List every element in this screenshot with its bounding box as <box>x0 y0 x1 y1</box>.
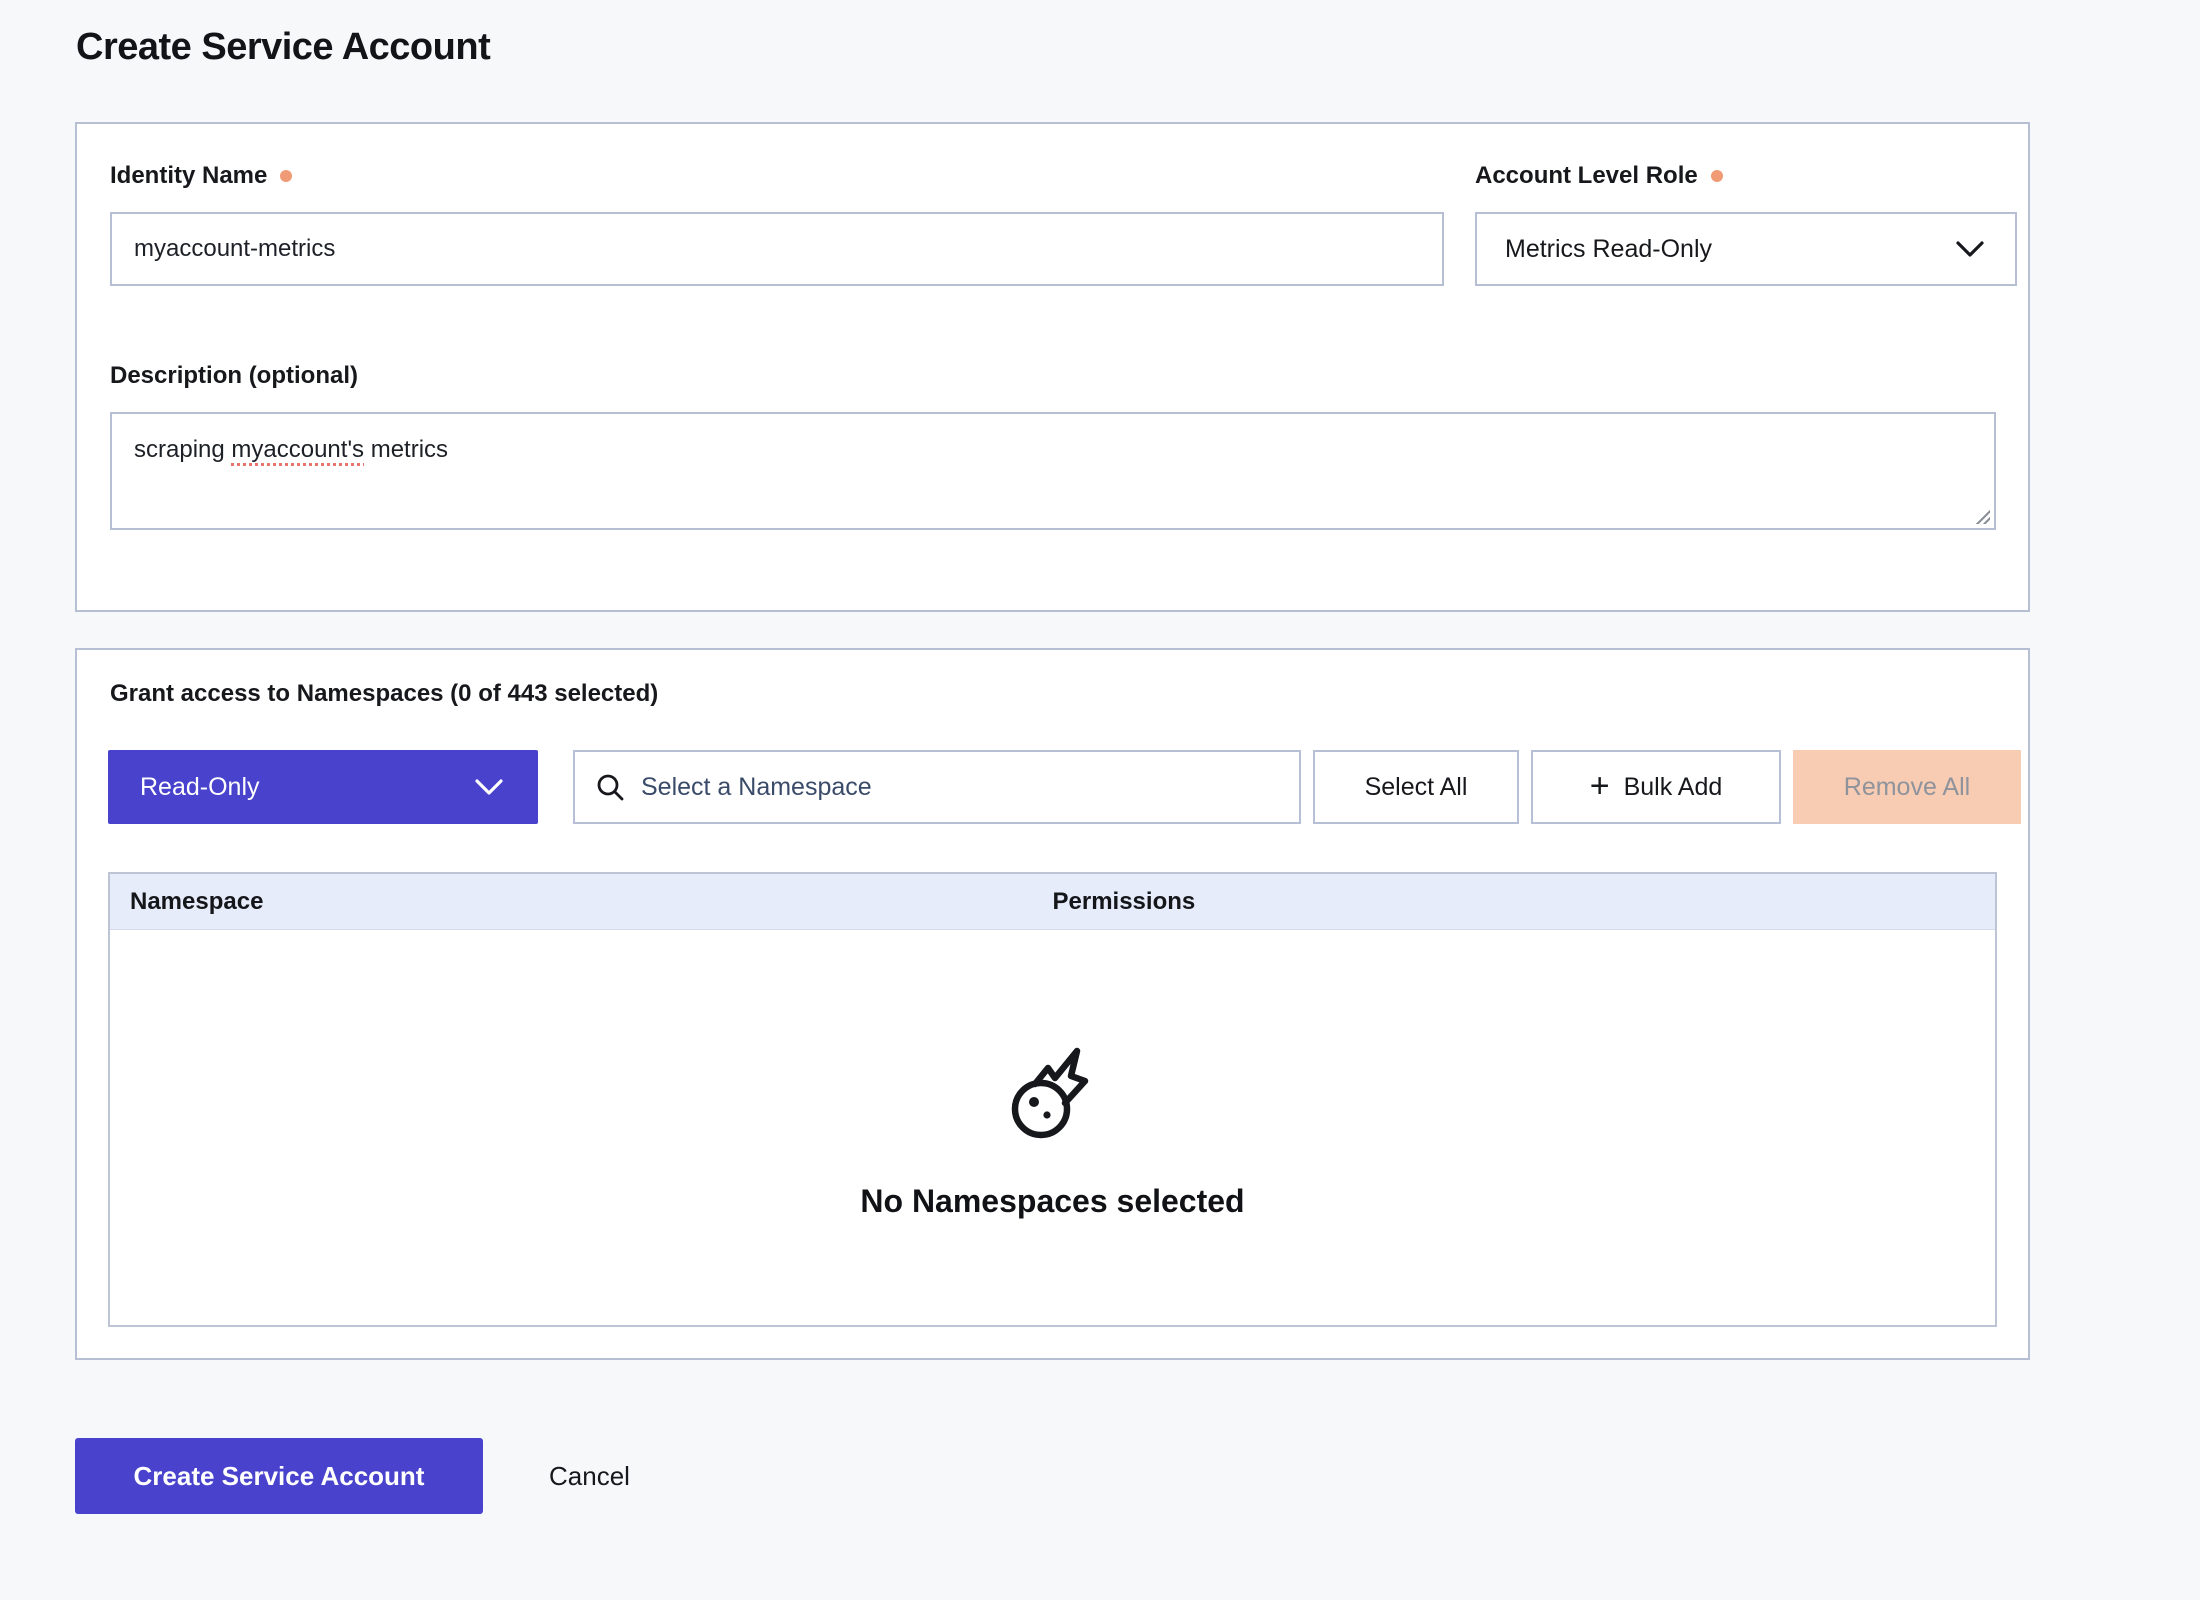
column-header-namespace: Namespace <box>110 888 1053 916</box>
identity-form-card: Identity Name Account Level Role Metrics… <box>75 122 2030 612</box>
search-icon <box>595 772 625 802</box>
namespaces-empty-state: No Namespaces selected <box>110 930 1995 1326</box>
remove-all-button[interactable]: Remove All <box>1793 750 2021 824</box>
textarea-resize-handle[interactable] <box>1975 509 1990 524</box>
account-level-role-select[interactable]: Metrics Read-Only <box>1475 212 2017 286</box>
remove-all-label: Remove All <box>1844 773 1970 802</box>
page-title: Create Service Account <box>76 26 490 69</box>
empty-state-text: No Namespaces selected <box>860 1183 1244 1220</box>
chevron-down-icon <box>474 778 504 796</box>
chevron-down-icon <box>1955 240 1985 258</box>
select-all-label: Select All <box>1365 773 1468 802</box>
account-level-role-label-text: Account Level Role <box>1475 162 1698 190</box>
namespaces-card: Grant access to Namespaces (0 of 443 sel… <box>75 648 2030 1360</box>
namespace-search <box>573 750 1301 824</box>
account-level-role-value: Metrics Read-Only <box>1505 235 1712 264</box>
account-level-role-label: Account Level Role <box>1475 162 1723 190</box>
cancel-button[interactable]: Cancel <box>549 1438 630 1514</box>
permission-filter-value: Read-Only <box>140 773 260 802</box>
namespaces-table-header: Namespace Permissions <box>110 874 1995 930</box>
identity-name-input[interactable] <box>110 212 1444 286</box>
plus-icon: + <box>1590 769 1610 803</box>
bulk-add-label: Bulk Add <box>1624 773 1723 802</box>
description-label-text: Description (optional) <box>110 362 358 390</box>
namespace-search-input[interactable] <box>641 773 1279 802</box>
description-misspelled-word: myaccount's <box>231 436 364 463</box>
comet-icon <box>1003 1037 1103 1149</box>
permission-filter-dropdown[interactable]: Read-Only <box>108 750 538 824</box>
description-textarea[interactable]: scraping myaccount's metrics <box>110 412 1996 530</box>
bulk-add-button[interactable]: + Bulk Add <box>1531 750 1781 824</box>
namespaces-table: Namespace Permissions No Namespaces sele… <box>108 872 1997 1327</box>
description-text: metrics <box>364 436 448 463</box>
cancel-label: Cancel <box>549 1461 630 1492</box>
identity-name-label: Identity Name <box>110 162 292 190</box>
create-service-account-button[interactable]: Create Service Account <box>75 1438 483 1514</box>
column-header-permissions: Permissions <box>1053 888 1996 916</box>
select-all-button[interactable]: Select All <box>1313 750 1519 824</box>
description-label: Description (optional) <box>110 362 358 390</box>
namespaces-heading: Grant access to Namespaces (0 of 443 sel… <box>110 680 658 708</box>
description-text: scraping <box>134 436 231 463</box>
required-indicator <box>280 170 292 182</box>
identity-name-label-text: Identity Name <box>110 162 267 190</box>
create-service-account-label: Create Service Account <box>134 1461 425 1492</box>
required-indicator <box>1711 170 1723 182</box>
